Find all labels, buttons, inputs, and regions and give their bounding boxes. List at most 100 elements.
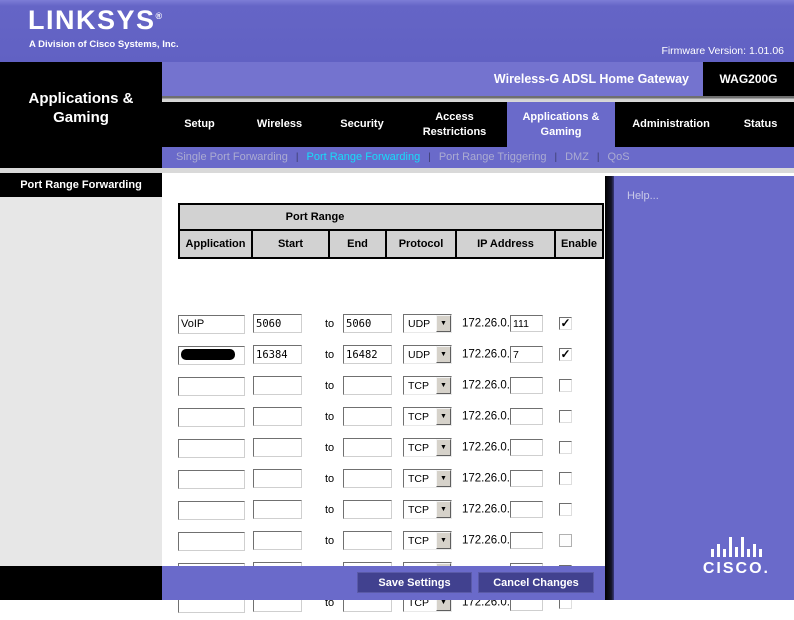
enable-cell: [559, 441, 572, 454]
end-port-input[interactable]: [343, 314, 392, 333]
start-port-input[interactable]: [253, 407, 302, 426]
help-panel: Help... CISCO.: [614, 176, 794, 600]
tab-administration[interactable]: Administration: [615, 102, 727, 147]
tab-security[interactable]: Security: [322, 102, 402, 147]
enable-checkbox[interactable]: [559, 534, 572, 547]
subnav-qos[interactable]: QoS: [608, 151, 630, 163]
chevron-down-icon[interactable]: ▼: [436, 377, 451, 394]
application-input[interactable]: [178, 439, 245, 458]
start-port-input[interactable]: [253, 469, 302, 488]
enable-checkbox[interactable]: [559, 317, 572, 330]
help-link[interactable]: Help...: [627, 190, 659, 202]
to-label: to: [325, 504, 334, 516]
protocol-select[interactable]: TCP ▼: [403, 500, 452, 519]
protocol-select[interactable]: TCP ▼: [403, 438, 452, 457]
protocol-select[interactable]: UDP ▼: [403, 345, 452, 364]
ip-address-cell: 172.26.0.: [462, 408, 543, 425]
protocol-select[interactable]: UDP ▼: [403, 314, 452, 333]
application-input[interactable]: [178, 408, 245, 427]
col-application: Application: [179, 230, 252, 258]
ip-prefix-label: 172.26.0.: [462, 349, 510, 361]
ip-last-octet-input[interactable]: [510, 315, 543, 332]
start-port-input[interactable]: [253, 531, 302, 550]
tab-access-restrictions[interactable]: Access Restrictions: [402, 102, 507, 147]
end-port-input[interactable]: [343, 500, 392, 519]
chevron-down-icon[interactable]: ▼: [436, 346, 451, 363]
protocol-select[interactable]: TCP ▼: [403, 407, 452, 426]
ip-prefix-label: 172.26.0.: [462, 504, 510, 516]
end-port-input[interactable]: [343, 438, 392, 457]
subnav-separator: |: [597, 152, 600, 163]
ip-last-octet-input[interactable]: [510, 532, 543, 549]
col-start: Start: [252, 230, 329, 258]
ip-last-octet-input[interactable]: [510, 501, 543, 518]
chevron-down-icon[interactable]: ▼: [436, 532, 451, 549]
save-settings-button[interactable]: Save Settings: [357, 572, 472, 593]
ip-last-octet-input[interactable]: [510, 439, 543, 456]
enable-cell: [559, 410, 572, 423]
ip-last-octet-input[interactable]: [510, 346, 543, 363]
to-label: to: [325, 473, 334, 485]
application-input[interactable]: [178, 532, 245, 551]
subnav-port-range-triggering[interactable]: Port Range Triggering: [439, 151, 547, 163]
ip-prefix-label: 172.26.0.: [462, 318, 510, 330]
enable-checkbox[interactable]: [559, 472, 572, 485]
start-port-input[interactable]: [253, 314, 302, 333]
chevron-down-icon[interactable]: ▼: [436, 501, 451, 518]
end-port-input[interactable]: [343, 469, 392, 488]
ip-last-octet-input[interactable]: [510, 408, 543, 425]
top-banner: LINKSYS® A Division of Cisco Systems, In…: [0, 0, 794, 62]
protocol-select[interactable]: TCP ▼: [403, 376, 452, 395]
chevron-down-icon[interactable]: ▼: [436, 315, 451, 332]
table-row: to TCP ▼ 172.26.0.: [178, 434, 598, 465]
ip-last-octet-input[interactable]: [510, 470, 543, 487]
application-input[interactable]: [178, 377, 245, 396]
main-content: Port Range Application Start End Protoco…: [162, 173, 605, 566]
tab-setup[interactable]: Setup: [162, 102, 237, 147]
application-input[interactable]: [178, 470, 245, 489]
application-input[interactable]: [178, 315, 245, 334]
table-row: to TCP ▼ 172.26.0.: [178, 496, 598, 527]
content-help-divider: [605, 176, 614, 600]
start-port-input[interactable]: [253, 376, 302, 395]
linksys-logo-text: LINKSYS: [28, 5, 156, 35]
enable-checkbox[interactable]: [559, 410, 572, 423]
start-port-input[interactable]: [253, 500, 302, 519]
protocol-select[interactable]: TCP ▼: [403, 469, 452, 488]
to-label: to: [325, 349, 334, 361]
protocol-cell: TCP ▼: [403, 531, 452, 550]
cancel-changes-button[interactable]: Cancel Changes: [478, 572, 594, 593]
start-port-input[interactable]: [253, 438, 302, 457]
chevron-down-icon[interactable]: ▼: [436, 470, 451, 487]
subnav-port-range-forwarding[interactable]: Port Range Forwarding: [307, 151, 421, 163]
end-port-input[interactable]: [343, 376, 392, 395]
table-group-row: Port Range: [179, 204, 603, 230]
ip-last-octet-input[interactable]: [510, 377, 543, 394]
enable-checkbox[interactable]: [559, 379, 572, 392]
ip-prefix-label: 172.26.0.: [462, 535, 510, 547]
chevron-down-icon[interactable]: ▼: [436, 408, 451, 425]
protocol-value: TCP: [404, 380, 436, 392]
tab-status[interactable]: Status: [727, 102, 794, 147]
subnav-dmz[interactable]: DMZ: [565, 151, 589, 163]
to-label: to: [325, 442, 334, 454]
subnav-separator: |: [296, 152, 299, 163]
enable-checkbox[interactable]: [559, 441, 572, 454]
enable-cell: [559, 503, 572, 516]
application-input[interactable]: [178, 501, 245, 520]
start-port-input[interactable]: [253, 345, 302, 364]
end-port-input[interactable]: [343, 407, 392, 426]
end-port-input[interactable]: [343, 531, 392, 550]
ip-address-cell: 172.26.0.: [462, 377, 543, 394]
col-end: End: [329, 230, 386, 258]
protocol-select[interactable]: TCP ▼: [403, 531, 452, 550]
enable-checkbox[interactable]: [559, 503, 572, 516]
chevron-down-icon[interactable]: ▼: [436, 439, 451, 456]
table-row: to UDP ▼ 172.26.0.: [178, 310, 598, 341]
enable-checkbox[interactable]: [559, 348, 572, 361]
tab-applications-gaming[interactable]: Applications & Gaming: [507, 102, 615, 147]
end-port-input[interactable]: [343, 345, 392, 364]
tab-wireless[interactable]: Wireless: [237, 102, 322, 147]
to-label: to: [325, 535, 334, 547]
subnav-single-port-forwarding[interactable]: Single Port Forwarding: [176, 151, 288, 163]
